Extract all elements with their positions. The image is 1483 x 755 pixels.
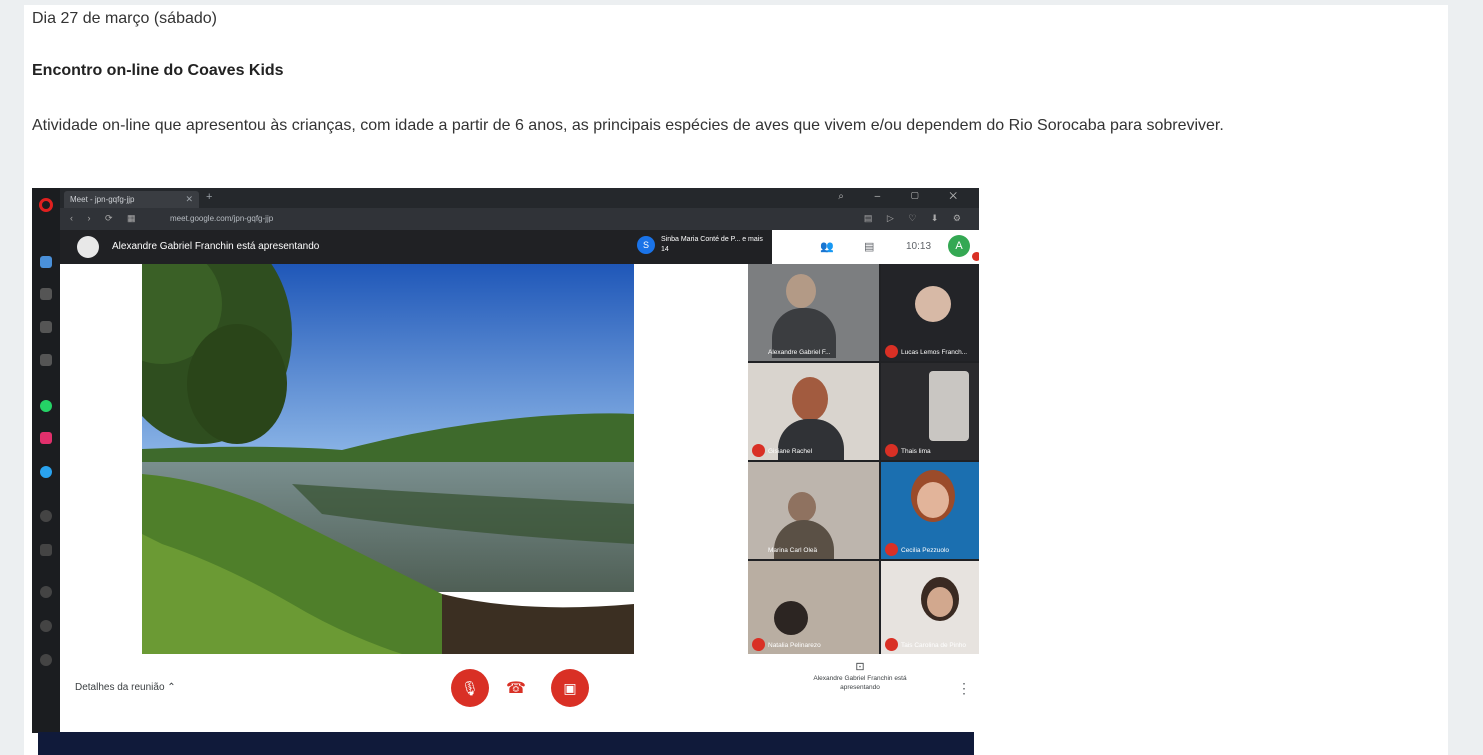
telegram-icon[interactable]	[40, 466, 52, 478]
news-icon[interactable]	[40, 354, 52, 366]
participant-grid: Alexandre Gabriel F... Lucas Lemos Franc…	[748, 264, 979, 654]
presenter-header: Alexandre Gabriel Franchin está apresent…	[60, 230, 637, 264]
mic-off-icon	[885, 638, 898, 651]
history-icon[interactable]	[40, 510, 52, 522]
present-button[interactable]: ⊡ Alexandre Gabriel Franchin está aprese…	[800, 661, 920, 692]
mic-off-icon: 🎙	[461, 680, 479, 696]
post-date: Dia 27 de março (sábado)	[32, 10, 217, 27]
post-description: Atividade on-line que apresentou às cria…	[32, 117, 1224, 134]
presenter-text: Alexandre Gabriel Franchin está apresent…	[112, 241, 320, 252]
bookmarks-icon[interactable]	[40, 288, 52, 300]
more-options-icon[interactable]: ⋮	[957, 680, 971, 697]
participant-tile[interactable]: Cecilia Pezzuolo	[881, 462, 979, 559]
presenting-label: Alexandre Gabriel Franchin está apresent…	[813, 675, 907, 691]
video-caption-bar	[38, 732, 974, 755]
participant-tile[interactable]: Marina Carl Oleä	[748, 462, 879, 559]
nav-buttons[interactable]: ‹ › ⟳ ▦	[70, 213, 142, 224]
mic-off-icon	[885, 444, 898, 457]
browser-tab[interactable]: Meet - jpn-gqfg-jjp ✕	[64, 191, 199, 208]
meet-window: Alexandre Gabriel Franchin está apresent…	[60, 230, 979, 733]
meet-screenshot: Meet - jpn-gqfg-jjp ✕ + ⌕ – ▢ ✕ ‹ › ⟳ ▦ …	[32, 188, 979, 733]
mic-toggle-button[interactable]: 🎙	[451, 669, 489, 707]
chevron-up-icon: ⌃	[167, 682, 176, 693]
mic-off-icon	[752, 444, 765, 457]
pinned-text[interactable]: Sinba Maria Conté de P... e mais 14	[661, 235, 771, 255]
messenger-icon[interactable]	[40, 321, 52, 333]
address-bar: ‹ › ⟳ ▦ meet.google.com/jpn-gqfg-jjp ▤ ▷…	[60, 208, 979, 230]
participant-tile[interactable]: Lucas Lemos Franch...	[881, 264, 979, 361]
camera-toggle-button[interactable]: ▣	[551, 669, 589, 707]
participant-name: Alexandre Gabriel F...	[768, 349, 831, 356]
people-icon[interactable]: 👥	[820, 240, 834, 253]
meeting-time: 10:13	[906, 241, 932, 252]
mic-off-icon	[885, 345, 898, 358]
clock-icon[interactable]	[40, 620, 52, 632]
participant-name: Lucas Lemos Franch...	[901, 349, 968, 356]
participant-tile[interactable]: Thais lima	[881, 363, 979, 460]
window-controls[interactable]: ⌕ – ▢ ✕	[838, 191, 971, 202]
settings-icon[interactable]	[40, 654, 52, 666]
participant-tile[interactable]: Natalia Pelinarezo	[748, 561, 879, 654]
participant-name: Gisiane Rachel	[768, 448, 813, 455]
tab-bar: Meet - jpn-gqfg-jjp ✕ + ⌕ – ▢ ✕	[60, 188, 979, 208]
participant-tile[interactable]: Gisiane Rachel	[748, 363, 879, 460]
user-avatar[interactable]: A	[948, 235, 970, 257]
notification-dot	[972, 252, 979, 261]
opera-logo-icon	[39, 198, 53, 212]
present-screen-icon: ⊡	[855, 661, 865, 673]
participant-name: Thais lima	[901, 448, 931, 455]
heart-icon[interactable]	[40, 586, 52, 598]
send-icon[interactable]	[40, 544, 52, 556]
meet-top-bar: 👥 ▤ 10:13 A	[772, 230, 979, 264]
participant-name: Marina Carl Oleä	[768, 547, 818, 554]
meet-controls: Detalhes da reunião ⌃ 🎙 ☎ ▣ ⊡ Alexandre …	[60, 654, 979, 733]
pinned-badge[interactable]: S	[637, 236, 655, 254]
chat-icon[interactable]: ▤	[864, 240, 874, 253]
new-tab-icon[interactable]: +	[206, 191, 212, 203]
post-title: Encontro on-line do Coaves Kids	[32, 62, 284, 79]
avatar	[77, 236, 99, 258]
participant-tile[interactable]: Alexandre Gabriel F...	[748, 264, 879, 361]
browser-sidebar	[32, 188, 60, 733]
speed-dial-icon[interactable]	[40, 256, 52, 268]
mic-off-icon	[752, 638, 765, 651]
toolbar-icons[interactable]: ▤ ▷ ♡ ⬇ ⚙	[864, 213, 967, 224]
river-photo	[142, 264, 634, 654]
url-input[interactable]: meet.google.com/jpn-gqfg-jjp	[170, 214, 273, 223]
participant-name: Cecilia Pezzuolo	[901, 547, 950, 554]
instagram-icon[interactable]	[40, 432, 52, 444]
mic-off-icon	[885, 543, 898, 556]
videocam-off-icon: ▣	[563, 680, 577, 696]
close-icon[interactable]: ✕	[185, 194, 193, 205]
participant-tile[interactable]: Tais Carolina de Pinho	[881, 561, 979, 654]
leave-call-button[interactable]: ☎	[506, 678, 526, 698]
presentation-area	[60, 264, 748, 654]
meeting-details-label: Detalhes da reunião	[75, 682, 165, 693]
participant-name: Natalia Pelinarezo	[768, 642, 821, 649]
whatsapp-icon[interactable]	[40, 400, 52, 412]
tab-title: Meet - jpn-gqfg-jjp	[70, 195, 135, 204]
participant-name: Tais Carolina de Pinho	[901, 642, 967, 649]
meeting-details-button[interactable]: Detalhes da reunião ⌃	[75, 682, 176, 693]
